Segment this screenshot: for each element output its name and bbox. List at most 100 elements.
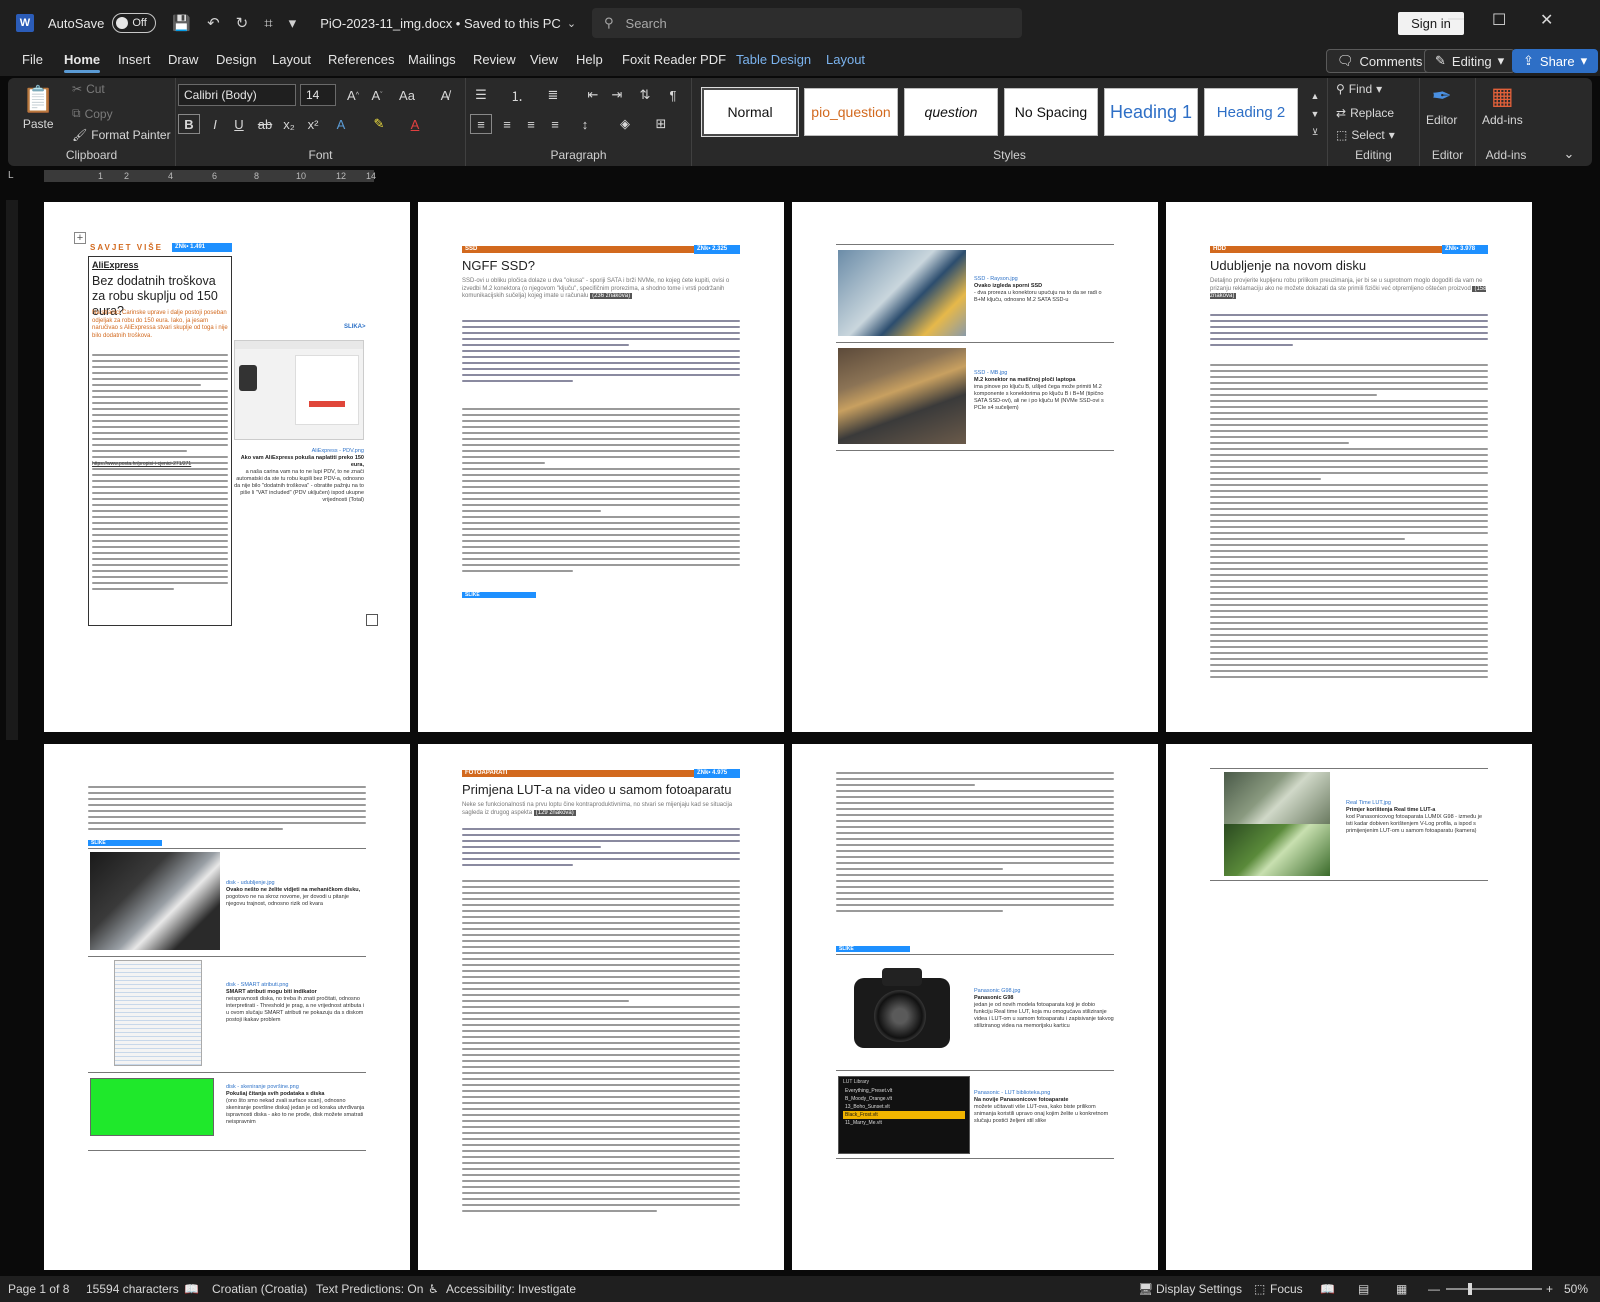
- paste-button[interactable]: 📋 Paste: [22, 84, 54, 131]
- tab-layout[interactable]: Layout: [272, 52, 311, 67]
- find-button[interactable]: ⚲ Find ▾: [1336, 82, 1382, 96]
- chevron-down-icon[interactable]: ⌄: [567, 17, 576, 30]
- bullets-icon[interactable]: ☰: [470, 85, 492, 105]
- style-no-spacing[interactable]: No Spacing: [1004, 88, 1098, 136]
- tab-view[interactable]: View: [530, 52, 558, 67]
- tab-table-layout[interactable]: Layout: [826, 52, 865, 67]
- format-painter-button[interactable]: 🖌 Format Painter: [72, 128, 171, 142]
- zoom-slider-thumb[interactable]: [1468, 1283, 1472, 1295]
- customize-quick-access-icon[interactable]: ▾: [289, 14, 297, 32]
- numbering-icon[interactable]: ⒈: [506, 85, 528, 105]
- read-mode-icon[interactable]: 📖: [1320, 1282, 1335, 1296]
- strikethrough-icon[interactable]: ab: [254, 114, 276, 134]
- align-center-icon[interactable]: ≡: [496, 114, 518, 134]
- font-name-combo[interactable]: Calibri (Body): [178, 84, 296, 106]
- decrease-indent-icon[interactable]: ⇤: [582, 85, 604, 105]
- character-count[interactable]: 15594 characters: [86, 1282, 179, 1296]
- select-button[interactable]: ⬚ Select ▾: [1336, 128, 1395, 142]
- tab-review[interactable]: Review: [473, 52, 516, 67]
- tab-insert[interactable]: Insert: [118, 52, 151, 67]
- style-question[interactable]: question: [904, 88, 998, 136]
- close-icon[interactable]: ✕: [1540, 10, 1553, 30]
- zoom-out-icon[interactable]: —: [1428, 1282, 1440, 1296]
- tab-table-design[interactable]: Table Design: [736, 52, 811, 67]
- page-6[interactable]: FOTOAPARATI ZNk• 4.975 Primjena LUT-a na…: [418, 744, 784, 1270]
- document-title[interactable]: PiO-2023-11_img.docx • Saved to this PC: [320, 16, 561, 31]
- superscript-icon[interactable]: x²: [302, 114, 324, 134]
- zoom-in-icon[interactable]: +: [1546, 1282, 1553, 1296]
- tab-mailings[interactable]: Mailings: [408, 52, 456, 67]
- styles-more-icon[interactable]: ⊻: [1304, 122, 1326, 142]
- tab-design[interactable]: Design: [216, 52, 256, 67]
- increase-indent-icon[interactable]: ⇥: [606, 85, 628, 105]
- italic-icon[interactable]: I: [204, 114, 226, 134]
- tab-help[interactable]: Help: [576, 52, 603, 67]
- focus-label[interactable]: Focus: [1270, 1282, 1303, 1296]
- horizontal-ruler[interactable]: L 1 2 4 6 8 10 12 14: [0, 168, 1600, 184]
- text-predictions-status[interactable]: Text Predictions: On: [316, 1282, 423, 1296]
- zoom-level[interactable]: 50%: [1564, 1282, 1588, 1296]
- style-heading-2[interactable]: Heading 2: [1204, 88, 1298, 136]
- print-layout-icon[interactable]: ▤: [1358, 1282, 1369, 1296]
- maximize-icon[interactable]: ☐: [1492, 10, 1506, 30]
- page-8[interactable]: Real Time LUT.jpg Primjer korištenja Rea…: [1166, 744, 1532, 1270]
- shading-icon[interactable]: ◈: [614, 114, 636, 134]
- tab-file[interactable]: File: [22, 52, 43, 67]
- crop-icon[interactable]: ⌗: [264, 15, 272, 32]
- styles-scroll-down-icon[interactable]: ▼: [1304, 104, 1326, 124]
- accessibility-icon[interactable]: ♿: [428, 1282, 439, 1296]
- display-settings-label[interactable]: Display Settings: [1156, 1282, 1242, 1296]
- tab-references[interactable]: References: [328, 52, 394, 67]
- display-settings-icon[interactable]: 🖥: [1138, 1282, 1153, 1296]
- focus-icon[interactable]: ⬚: [1254, 1282, 1265, 1296]
- table-move-handle-icon[interactable]: +: [74, 232, 86, 244]
- page-5[interactable]: SLIKE disk - udubljenje.jpg Ovako nešto …: [44, 744, 410, 1270]
- addins-button[interactable]: ▦ Add-ins: [1482, 82, 1523, 127]
- subscript-icon[interactable]: x₂: [278, 114, 300, 134]
- accessibility-status[interactable]: Accessibility: Investigate: [446, 1282, 576, 1296]
- underline-icon[interactable]: U: [228, 114, 250, 134]
- comments-button[interactable]: 🗨 Comments: [1326, 49, 1434, 73]
- sort-icon[interactable]: ⇅: [634, 85, 656, 105]
- tab-foxit-reader-pdf[interactable]: Foxit Reader PDF: [622, 52, 726, 67]
- text-box-anchor[interactable]: [366, 614, 378, 626]
- highlight-color-icon[interactable]: ✎: [368, 114, 390, 134]
- justify-icon[interactable]: ≡: [544, 114, 566, 134]
- page-4[interactable]: HDD ZNk• 3.978 Udubljenje na novom disku…: [1166, 202, 1532, 732]
- font-color-icon[interactable]: A: [404, 114, 426, 134]
- minimize-icon[interactable]: —: [1448, 10, 1464, 28]
- web-layout-icon[interactable]: ▦: [1396, 1282, 1407, 1296]
- editing-mode-button[interactable]: ✎ Editing ▾: [1424, 49, 1516, 73]
- change-case-icon[interactable]: Aa: [396, 85, 418, 105]
- tab-draw[interactable]: Draw: [168, 52, 198, 67]
- bold-icon[interactable]: B: [178, 114, 200, 134]
- page-1[interactable]: + SAVJET VIŠE ZNk• 1.491 AliExpress Bez …: [44, 202, 410, 732]
- shrink-font-icon[interactable]: Aˇ: [366, 85, 388, 105]
- search-box[interactable]: ⚲ Search: [592, 8, 1022, 38]
- editor-button[interactable]: ✒ Editor: [1426, 82, 1457, 127]
- copy-button[interactable]: ⧉ Copy: [72, 106, 113, 121]
- show-formatting-marks-icon[interactable]: ¶: [662, 85, 684, 105]
- autosave-toggle[interactable]: Off: [112, 13, 157, 33]
- save-icon[interactable]: 💾: [172, 14, 191, 32]
- redo-icon[interactable]: ↻: [236, 14, 249, 32]
- cut-button[interactable]: ✂ Cut: [72, 82, 105, 96]
- share-button[interactable]: ⇪ Share ▾: [1512, 49, 1599, 73]
- article-link[interactable]: https://www.posta.hr/propisi-i-cjenici-2…: [92, 461, 191, 467]
- tab-selector-icon[interactable]: L: [8, 170, 14, 181]
- multilevel-list-icon[interactable]: ≣: [542, 85, 564, 105]
- collapse-ribbon-icon[interactable]: ⌄: [1558, 144, 1580, 164]
- style-normal[interactable]: Normal: [701, 87, 799, 137]
- grow-font-icon[interactable]: A ^: [342, 85, 364, 105]
- undo-icon[interactable]: ↶: [207, 14, 220, 32]
- page-2[interactable]: SSD ZNk• 2.325 NGFF SSD? SSD-ovi u oblik…: [418, 202, 784, 732]
- zoom-slider-track[interactable]: [1446, 1283, 1542, 1295]
- tab-home[interactable]: Home: [64, 52, 101, 73]
- styles-scroll-up-icon[interactable]: ▲: [1304, 86, 1326, 106]
- proofing-icon[interactable]: 📖: [184, 1282, 199, 1296]
- page-indicator[interactable]: Page 1 of 8: [8, 1282, 69, 1296]
- text-effects-icon[interactable]: A: [330, 114, 352, 134]
- line-spacing-icon[interactable]: ↕: [574, 114, 596, 134]
- align-left-icon[interactable]: ≡: [470, 114, 492, 134]
- page-3[interactable]: SSD - Rayson.jpg Ovako izgleda sporni SS…: [792, 202, 1158, 732]
